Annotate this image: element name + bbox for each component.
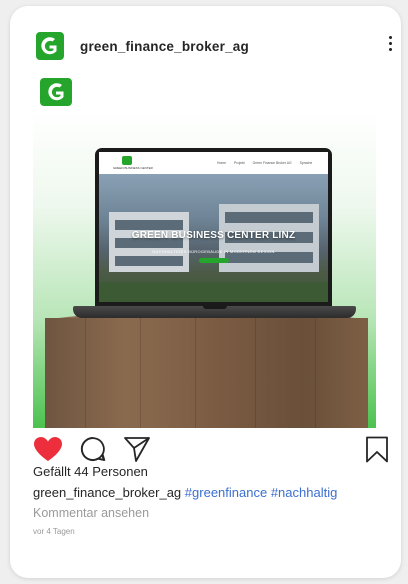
post-timestamp: vor 4 Tagen — [33, 527, 75, 536]
view-comments-link[interactable]: Kommentar ansehen — [33, 506, 149, 520]
post-header: green_finance_broker_ag — [10, 6, 401, 70]
bookmark-icon[interactable] — [365, 436, 389, 463]
building-left — [109, 212, 189, 272]
website-hero: GREEN BUSINESS CENTER LINZ NACHHALTIGES … — [99, 174, 328, 302]
website-hero-title: GREEN BUSINESS CENTER LINZ — [131, 230, 296, 241]
website-menu: Home Projekt Green Finance Broker AG Sprach… — [217, 161, 313, 165]
website-logo: GREEN BUSINESS CENTER — [113, 156, 153, 170]
share-icon[interactable] — [123, 436, 151, 462]
post-actions — [10, 428, 401, 464]
website-preview: GREEN BUSINESS CENTER Home Projekt Green F… — [99, 152, 328, 302]
more-options-icon[interactable] — [386, 36, 394, 60]
likes-count[interactable]: Gefällt 44 Personen — [33, 464, 148, 479]
heart-icon[interactable] — [33, 436, 63, 462]
website-ground — [99, 282, 328, 302]
post-card: green_finance_broker_ag GREEN BUSINESS C… — [10, 6, 401, 578]
hashtag-link[interactable]: #nachhaltig — [271, 485, 338, 500]
laptop-base — [73, 306, 356, 318]
company-logo-icon — [40, 78, 72, 106]
website-nav: GREEN BUSINESS CENTER Home Projekt Green F… — [99, 152, 328, 174]
laptop-screen: GREEN BUSINESS CENTER Home Projekt Green F… — [95, 148, 332, 306]
website-hero-button — [199, 258, 229, 263]
caption-username[interactable]: green_finance_broker_ag — [33, 485, 181, 500]
company-logo-icon[interactable] — [36, 32, 64, 60]
website-hero-subtitle: NACHHALTIGES BÜROGEBÄUDE IN MODERNEM DES… — [152, 249, 275, 254]
wooden-pedestal — [45, 318, 368, 428]
post-image[interactable]: GREEN BUSINESS CENTER Home Projekt Green F… — [33, 111, 376, 428]
comment-icon[interactable] — [80, 436, 106, 462]
post-caption: green_finance_broker_ag #greenfinance #n… — [33, 485, 337, 500]
post-username[interactable]: green_finance_broker_ag — [80, 39, 249, 54]
hashtag-link[interactable]: #greenfinance — [185, 485, 267, 500]
